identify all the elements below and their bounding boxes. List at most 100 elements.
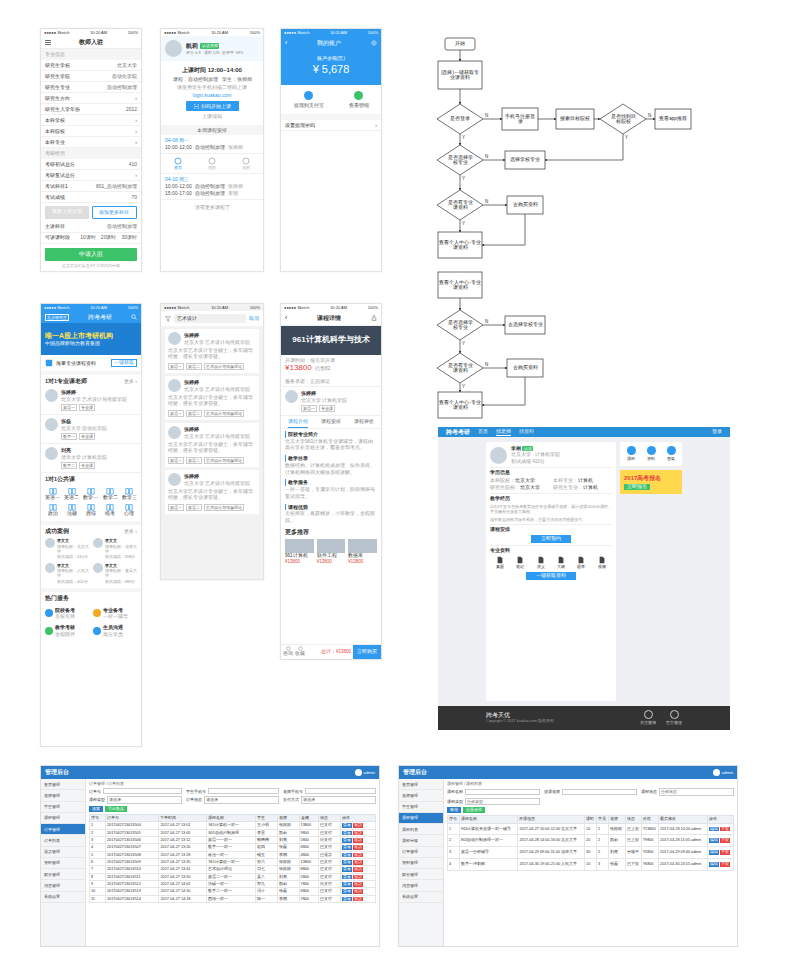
row-action[interactable]: 退款 (353, 838, 363, 843)
table-row[interactable]: 720170427130135102017-04-27 13:41艺术设计理论周… (90, 866, 376, 873)
row-action[interactable]: 编辑 (709, 838, 719, 843)
nav-item[interactable]: 找资料 (519, 429, 534, 435)
form-row[interactable]: 研究生方向 › (41, 93, 141, 104)
row-action[interactable]: 编辑 (709, 862, 719, 867)
service-item[interactable]: 专业备考一对一辅导 (93, 607, 137, 621)
row-action[interactable]: 下架 (720, 862, 730, 867)
form-row[interactable]: 考试成绩 70 (41, 192, 141, 203)
file-item[interactable]: 笔记 (516, 556, 524, 569)
row-action[interactable]: 查看 (342, 875, 352, 880)
wallet-action[interactable]: 提现到支付宝 (294, 91, 324, 109)
row-action[interactable]: 退款 (353, 860, 363, 865)
table-row[interactable]: 1020170427130135132017-04-27 14:10数学二一对一… (90, 888, 376, 895)
tab[interactable]: 课程安排 (321, 416, 341, 428)
more-link[interactable]: 更多 › (124, 378, 137, 385)
case-card[interactable]: 李文文 报考院校：人民大学初试成绩：402分 (45, 563, 90, 585)
filter-icon[interactable] (165, 316, 171, 322)
sidebar-item[interactable]: 课程列表 (399, 824, 443, 835)
sidebar-item[interactable]: 首页管理 (41, 779, 85, 790)
sidebar-item[interactable]: 老师管理 (399, 790, 443, 801)
subject-item[interactable]: 数学一 (82, 487, 99, 501)
settings-icon[interactable] (371, 40, 377, 46)
get-files-button[interactable]: 一键获取资料 (526, 572, 576, 580)
filter-input[interactable]: 全部类型 (465, 798, 540, 805)
teacher-card[interactable]: 张婷婷北京大学 艺术设计与传媒学院 北京大学艺术设计专业硕士，多年辅导经验，擅长… (165, 329, 259, 373)
sidebar-item[interactable]: 课程审核 (399, 835, 443, 846)
quick-link[interactable]: 答疑 (667, 446, 676, 461)
subject-item[interactable]: 英语二 (63, 487, 80, 501)
row-action[interactable]: 下架 (720, 827, 730, 832)
sidebar-item[interactable]: 财务管理 (399, 869, 443, 880)
row-action[interactable]: 查看 (342, 853, 352, 858)
sidebar-item[interactable]: 课程管理 (399, 813, 443, 824)
row-action[interactable]: 查看 (342, 838, 352, 843)
bottom-action[interactable]: 咨询 (283, 646, 293, 657)
sidebar-item[interactable]: 课程管理 (41, 813, 85, 824)
row-action[interactable]: 查看 (342, 889, 352, 894)
teacher-card[interactable]: 张婷婷北京大学 艺术设计与传媒学院 北京大学艺术设计专业硕士，多年辅导经验，擅长… (165, 470, 259, 514)
sidebar-item[interactable]: 首页管理 (399, 779, 443, 790)
row-action[interactable]: 下架 (720, 850, 730, 855)
admin-user[interactable]: admin (355, 769, 375, 776)
row-action[interactable]: 退款 (353, 823, 363, 828)
tab[interactable]: 消息 (208, 157, 216, 170)
notice-link[interactable]: 上课须知 (202, 113, 222, 120)
back-button[interactable]: ‹ (285, 313, 287, 322)
subject-item[interactable]: 心理 (121, 503, 138, 517)
nav-item[interactable]: 找老师 (496, 429, 511, 436)
nav-item[interactable]: 首页 (478, 429, 488, 435)
row-action[interactable]: 退款 (353, 875, 363, 880)
service-item[interactable]: 院校备考名校名师 (45, 607, 89, 621)
sidebar-item[interactable]: 订单管理 (399, 847, 443, 858)
city-selector[interactable]: 北京研究生 (45, 314, 69, 321)
form-row[interactable]: 考研复试总分 › (41, 170, 141, 181)
file-item[interactable]: 题库 (577, 556, 585, 569)
tab[interactable]: 课程评价 (354, 416, 374, 428)
row-action[interactable]: 退款 (353, 867, 363, 872)
get-materials-button[interactable]: 一键获取 (111, 359, 137, 367)
form-row[interactable]: 可讲课时段 10课时、20课时、30课时 (41, 233, 141, 244)
row-action[interactable]: 查看 (342, 882, 352, 887)
quick-link[interactable]: 课程 (627, 446, 636, 461)
form-row[interactable]: 考试科目1 801_自动控制原理 (41, 181, 141, 192)
filter-input[interactable] (305, 788, 376, 794)
submit-button[interactable]: 申请入驻 (45, 248, 137, 261)
row-action[interactable]: 编辑 (709, 827, 719, 832)
teacher-item[interactable]: 刘亮 清华大学 计算机学院 数学二专业课 (41, 444, 141, 473)
subject-item[interactable]: 数学三 (121, 487, 138, 501)
teacher-item[interactable]: 张婷婷 北京大学 艺术设计与传媒学院 英语一专业课 (41, 386, 141, 415)
sidebar-item[interactable]: 老师管理 (41, 790, 85, 801)
promo-button[interactable]: 立即报名 (624, 484, 650, 490)
filter-input[interactable] (562, 789, 637, 795)
subject-item[interactable]: 英语一 (44, 487, 61, 501)
sidebar-item[interactable]: 学生管理 (399, 802, 443, 813)
row-action[interactable]: 编辑 (709, 850, 719, 855)
sidebar-item[interactable]: 学生管理 (41, 802, 85, 813)
bottom-action[interactable]: 收藏 (295, 646, 305, 657)
teacher-item[interactable]: 张磊 北京大学 自动化学院 数学一专业课 (41, 415, 141, 444)
menu-row[interactable]: 设置提现密码› (281, 120, 381, 131)
admin-user[interactable]: admin (713, 769, 733, 776)
table-row[interactable]: 1961计算机专业课一对一辅导2017-04-27 10:00-12:00 北京… (448, 823, 734, 835)
form-row[interactable]: 研究生学院 自动化学院 (41, 71, 141, 82)
service-item[interactable]: 生员沟通高分学员 (93, 624, 137, 638)
book-button[interactable]: 立即预约 (531, 535, 571, 543)
tab[interactable]: 课程介绍 (288, 416, 308, 428)
toolbar-button[interactable]: 搜索 (89, 806, 103, 812)
sidebar-item[interactable]: 系统设置 (41, 892, 85, 903)
login-link[interactable]: 登录 (712, 429, 722, 435)
row-action[interactable]: 退款 (353, 831, 363, 836)
file-item[interactable]: 讲义 (537, 556, 545, 569)
filter-input[interactable] (103, 788, 182, 794)
filter-input[interactable]: 请选择 (301, 796, 376, 803)
menu-icon[interactable] (45, 40, 51, 45)
row-action[interactable]: 查看 (342, 897, 352, 902)
tab[interactable]: 我的 (242, 157, 250, 170)
upload-button[interactable]: 添加更多科目 (92, 206, 138, 219)
file-item[interactable]: 大纲 (557, 556, 565, 569)
table-row[interactable]: 620170427130135092017-04-27 13:35961计算机一… (90, 859, 376, 866)
schedule-item[interactable]: 10:00-12:00 自动控制原理 张师师 (165, 144, 259, 151)
sidebar-item[interactable]: 消息管理 (399, 880, 443, 891)
row-action[interactable]: 下架 (720, 838, 730, 843)
table-row[interactable]: 220170427130135052017-04-27 13:05801自动控制… (90, 829, 376, 836)
